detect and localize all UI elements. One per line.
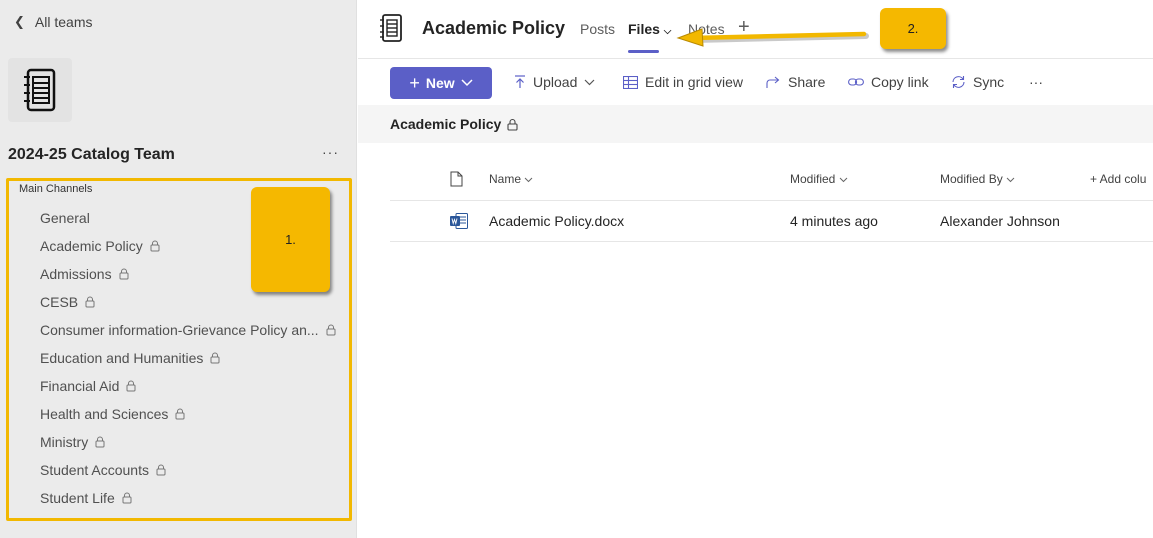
channel-label: Academic Policy <box>40 238 143 254</box>
new-button-label: New <box>425 75 455 91</box>
sync-label: Sync <box>973 74 1005 90</box>
files-toolbar: + New Upload Edit in grid view Share Cop… <box>358 58 1153 105</box>
chevron-down-icon <box>584 79 595 85</box>
channel-label: Admissions <box>40 266 112 282</box>
upload-label: Upload <box>533 74 578 90</box>
channel-label: Student Life <box>40 490 115 506</box>
lock-icon <box>95 436 105 448</box>
lock-icon <box>150 240 160 252</box>
link-icon <box>848 78 864 86</box>
file-name[interactable]: Academic Policy.docx <box>489 213 624 229</box>
new-button[interactable]: + New <box>390 67 492 99</box>
column-modified-by[interactable]: Modified By <box>940 172 1015 186</box>
word-doc-icon <box>450 213 468 229</box>
chevron-down-icon <box>461 79 473 87</box>
channel-section-label: Main Channels <box>19 183 93 195</box>
channel-label: Ministry <box>40 434 89 450</box>
share-button[interactable]: Share <box>766 74 825 90</box>
tab-files-label: Files <box>628 21 660 37</box>
copy-link-button[interactable]: Copy link <box>848 74 929 90</box>
lock-icon <box>326 324 336 336</box>
chevron-down-icon <box>1006 177 1015 183</box>
files-table: Name Modified Modified By + Add colu Aca… <box>390 160 1153 242</box>
annotation-callout-2: 2. <box>880 8 946 49</box>
channel-item-student-life[interactable]: Student Life <box>40 484 336 512</box>
breadcrumb: Academic Policy <box>390 116 518 132</box>
team-name: 2024-25 Catalog Team <box>8 146 175 163</box>
column-name-label: Name <box>489 172 522 186</box>
share-icon <box>766 76 780 88</box>
channel-label: Student Accounts <box>40 462 149 478</box>
lock-icon <box>122 492 132 504</box>
breadcrumb-bar: Academic Policy <box>358 105 1153 143</box>
lock-icon <box>126 380 136 392</box>
channel-label: CESB <box>40 294 79 310</box>
column-name[interactable]: Name <box>489 172 533 186</box>
grid-icon <box>623 75 638 89</box>
channel-label: Consumer information-Grievance Policy an… <box>40 322 319 338</box>
grid-label: Edit in grid view <box>645 74 744 90</box>
upload-icon <box>515 75 525 88</box>
tab-posts[interactable]: Posts <box>580 21 615 37</box>
upload-button[interactable]: Upload <box>514 74 595 90</box>
plus-icon: + <box>409 72 420 93</box>
notebook-icon <box>24 68 56 112</box>
channel-item-financial-aid[interactable]: Financial Aid <box>40 372 336 400</box>
tab-files[interactable]: Files ⌵ <box>628 21 672 53</box>
file-modified: 4 minutes ago <box>790 213 878 229</box>
channel-item-health-sciences[interactable]: Health and Sciences <box>40 400 336 428</box>
lock-icon <box>210 352 220 364</box>
channel-main: Academic Policy Posts Files ⌵ Notes + + … <box>358 0 1153 538</box>
lock-icon <box>119 268 129 280</box>
channel-label: Financial Aid <box>40 378 120 394</box>
breadcrumb-current[interactable]: Academic Policy <box>390 116 501 132</box>
channel-title: Academic Policy <box>422 18 566 38</box>
column-modified-by-label: Modified By <box>940 172 1003 186</box>
team-more-options-button[interactable]: ··· <box>322 144 339 160</box>
lock-icon <box>156 464 166 476</box>
toolbar-more-button[interactable]: ··· <box>1029 74 1043 90</box>
notebook-icon <box>380 14 402 42</box>
chevron-down-icon <box>839 177 848 183</box>
channel-label: Health and Sciences <box>40 406 169 422</box>
channel-item-student-accounts[interactable]: Student Accounts <box>40 456 336 484</box>
file-modified-by: Alexander Johnson <box>940 213 1060 229</box>
chevron-left-icon: ❮ <box>14 14 25 29</box>
sync-button[interactable]: Sync <box>951 74 1004 90</box>
annotation-callout-1: 1. <box>251 187 330 292</box>
channel-label: General <box>40 210 90 226</box>
table-header: Name Modified Modified By + Add colu <box>390 160 1153 201</box>
column-modified-label: Modified <box>790 172 836 186</box>
channel-item-ministry[interactable]: Ministry <box>40 428 336 456</box>
chevron-down-icon <box>525 177 533 183</box>
edit-grid-view-button[interactable]: Edit in grid view <box>623 74 743 90</box>
chevron-down-icon: ⌵ <box>663 26 672 37</box>
column-modified[interactable]: Modified <box>790 172 848 186</box>
channel-item-cesb[interactable]: CESB <box>40 288 336 316</box>
all-teams-link[interactable]: ❮ All teams <box>14 14 92 30</box>
copy-link-label: Copy link <box>871 74 929 90</box>
sync-icon <box>952 76 965 88</box>
lock-icon <box>507 118 518 131</box>
file-icon <box>450 171 463 187</box>
channel-item-education-humanities[interactable]: Education and Humanities <box>40 344 336 372</box>
arrow-icon <box>676 28 869 47</box>
lock-icon <box>175 408 185 420</box>
channel-item-consumer-information[interactable]: Consumer information-Grievance Policy an… <box>40 316 336 344</box>
team-avatar[interactable] <box>8 58 72 122</box>
table-row[interactable]: Academic Policy.docx 4 minutes ago Alexa… <box>390 201 1153 242</box>
lock-icon <box>85 296 95 308</box>
share-label: Share <box>788 74 826 90</box>
all-teams-label: All teams <box>34 14 93 30</box>
add-column-button[interactable]: + Add colu <box>1090 172 1146 186</box>
channel-label: Education and Humanities <box>40 350 204 366</box>
